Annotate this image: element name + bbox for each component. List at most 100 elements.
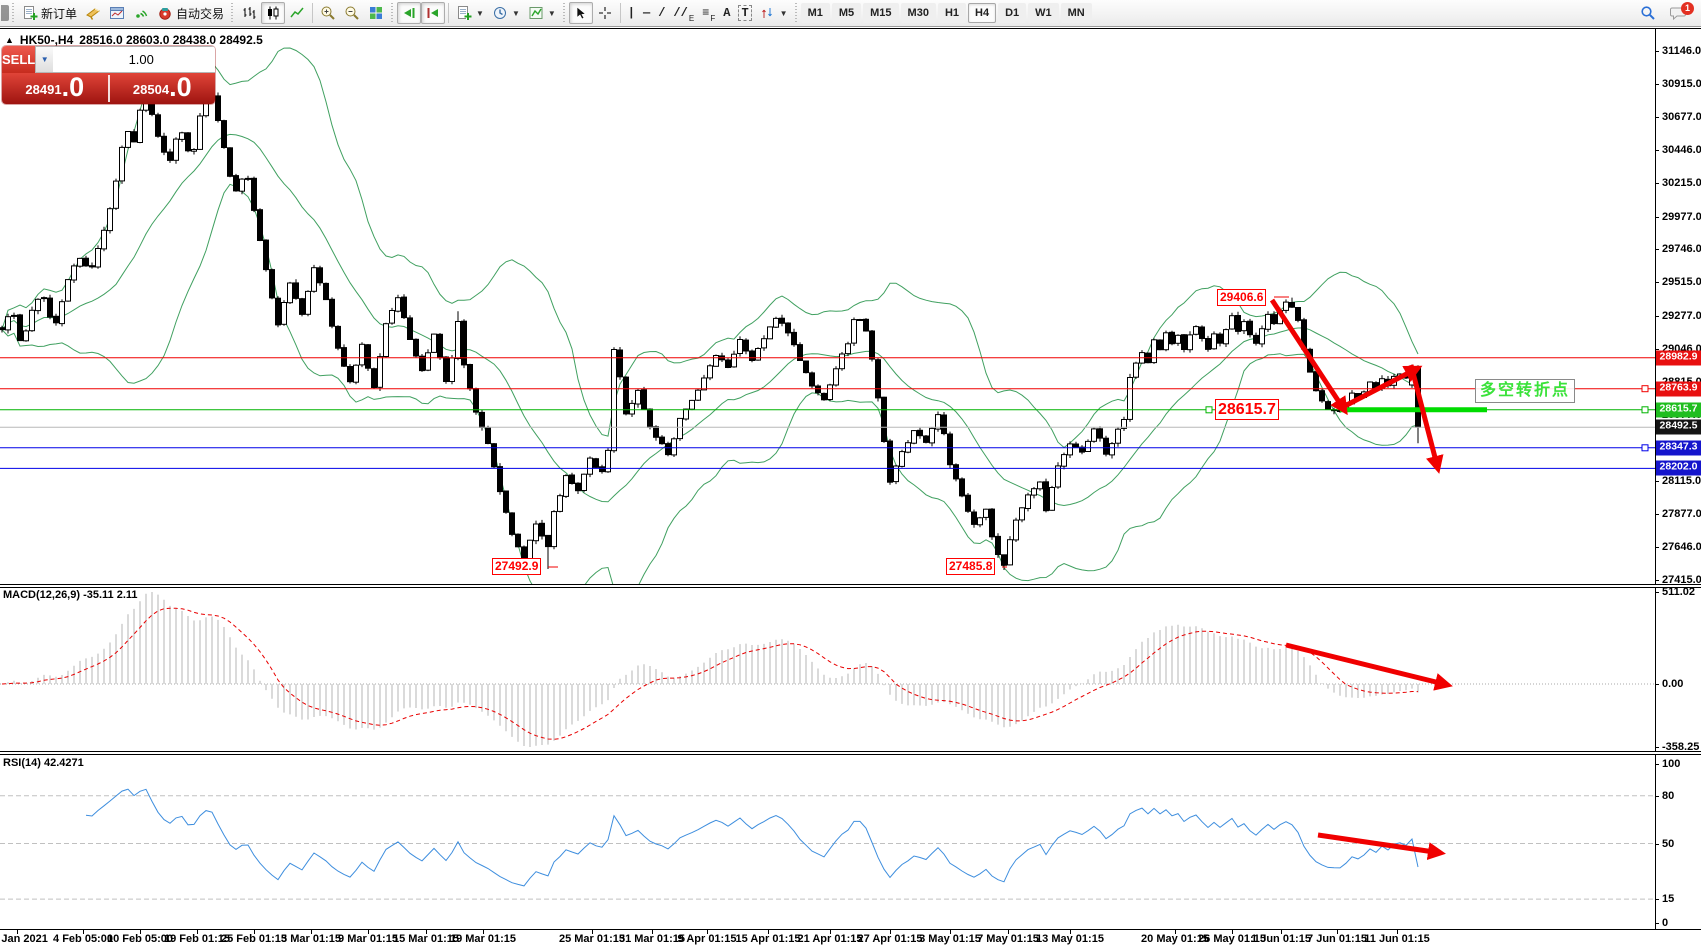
time-axis-label: 9 Apr 01:15 [678,933,737,945]
bar-chart-button[interactable] [237,2,261,24]
market-watch-icon [85,5,101,21]
price-tick-mark [1655,580,1659,581]
time-axis-label: 7 May 01:15 [977,933,1039,945]
line-chart-button[interactable] [285,2,309,24]
time-axis-label: 15 Apr 01:15 [735,933,800,945]
chevron-down-icon: ▼ [780,9,788,18]
time-axis-label: 9 Mar 01:15 [338,933,398,945]
rsi-label: RSI(14) 42.4271 [3,757,84,769]
indicators-button[interactable]: ▼ [452,2,488,24]
chevron-down-icon: ▼ [548,9,556,18]
clock-icon [492,5,508,21]
auto-scroll-button[interactable] [397,2,421,24]
buy-price-dec: .0 [169,74,192,101]
price-axis-tick: 27646.0 [1662,541,1701,553]
rsi-panel-separator[interactable] [0,751,1701,755]
signal-icon [133,5,149,21]
periods-button[interactable]: ▼ [488,2,524,24]
notifications-button[interactable]: 1 [1666,2,1692,24]
time-axis-label: 21 Apr 01:15 [797,933,862,945]
symbol-label: HK50-,H4 [20,33,73,47]
collapse-arrow-icon[interactable]: ▲ [5,35,14,45]
macd-panel-separator[interactable] [0,584,1701,588]
rsi-tick-mark [1655,899,1659,900]
chart-window[interactable]: ▲ HK50-,H4 28516.0 28603.0 28438.0 28492… [0,28,1701,948]
time-axis-label: 1 Jun 01:15 [1251,933,1311,945]
crosshair-button[interactable] [593,2,617,24]
toolbar-grip [11,3,16,23]
tile-windows-button[interactable] [364,2,388,24]
chart-window-button[interactable] [105,2,129,24]
candlestick-chart-button[interactable] [261,2,285,24]
time-tick-mark [1175,930,1176,934]
volume-input[interactable] [53,47,215,72]
channel-sub-label: E [689,14,694,23]
timeframe-h1-button[interactable]: H1 [938,3,966,23]
zoom-out-icon [344,5,360,21]
price-axis-tick: 30215.0 [1662,177,1701,189]
chart-shift-button[interactable] [421,2,445,24]
chevron-down-icon: ▼ [512,9,520,18]
search-button[interactable] [1636,2,1660,24]
price-axis-line[interactable] [1655,29,1656,930]
toolbar-grip [562,3,567,23]
price-annotation[interactable]: 27485.8 [946,558,995,575]
volume-decrease-button[interactable]: ▼ [36,47,53,72]
separator [620,3,621,23]
market-watch-button[interactable] [81,2,105,24]
label-tool-button[interactable]: T [734,2,755,24]
sell-button[interactable]: SELL [2,46,35,73]
buy-price: 28504.0 [110,73,216,104]
price-axis-tick: 30446.0 [1662,144,1701,156]
chart-shift-icon [425,5,441,21]
vertical-line-button[interactable]: | [624,2,639,24]
timeframe-m15-button[interactable]: M15 [863,3,898,23]
fibonacci-sub-label: F [710,14,715,23]
time-tick-mark [17,930,18,934]
price-tick-mark [1655,117,1659,118]
price-tick-mark [1655,249,1659,250]
time-tick-mark [197,930,198,934]
new-order-button[interactable]: 新订单 [18,2,81,24]
timeframe-h4-button[interactable]: H4 [968,3,996,23]
timeframe-toolbar: M1M5M15M30H1H4D1W1MN [801,3,1092,23]
zoom-in-button[interactable] [316,2,340,24]
time-axis-label: 7 Jun 01:15 [1307,933,1367,945]
timeframe-m5-button[interactable]: M5 [832,3,861,23]
horizontal-line-button[interactable]: — [639,2,654,24]
chart-canvas[interactable] [0,29,1701,948]
price-tick-mark [1655,51,1659,52]
note-annotation[interactable]: 多空转折点 [1475,379,1575,403]
templates-button[interactable]: ▼ [524,2,560,24]
time-tick-mark [652,930,653,934]
time-axis-label: 25 Mar 01:15 [559,933,625,945]
timeframe-w1-button[interactable]: W1 [1028,3,1059,23]
time-axis-label: 11 Jun 01:15 [1364,933,1429,945]
price-annotation[interactable]: 27492.9 [492,558,541,575]
price-tick-mark [1655,481,1659,482]
auto-trading-button[interactable]: 自动交易 [153,2,228,24]
timeframe-m1-button[interactable]: M1 [801,3,830,23]
price-annotation[interactable]: 29406.6 [1217,289,1266,306]
time-tick-mark [950,930,951,934]
timeframe-d1-button[interactable]: D1 [998,3,1026,23]
trendline-button[interactable]: / [654,2,669,24]
time-tick-mark [768,930,769,934]
fibonacci-button[interactable]: ≡F [698,2,719,24]
signals-button[interactable] [129,2,153,24]
timeframe-m30-button[interactable]: M30 [901,3,936,23]
shapes-button[interactable]: ▼ [756,2,792,24]
cursor-button[interactable] [569,2,593,24]
price-tick-mark [1655,217,1659,218]
zoom-out-button[interactable] [340,2,364,24]
label-tool-icon: T [738,5,751,21]
bar-chart-icon [241,5,257,21]
text-tool-button[interactable]: A [719,2,734,24]
timeframe-mn-button[interactable]: MN [1061,3,1092,23]
time-tick-mark [1232,930,1233,934]
price-tick-mark [1655,547,1659,548]
template-icon [528,5,544,21]
channel-button[interactable]: //E [669,2,698,24]
price-annotation[interactable]: 28615.7 [1215,399,1279,420]
time-tick-mark [483,930,484,934]
